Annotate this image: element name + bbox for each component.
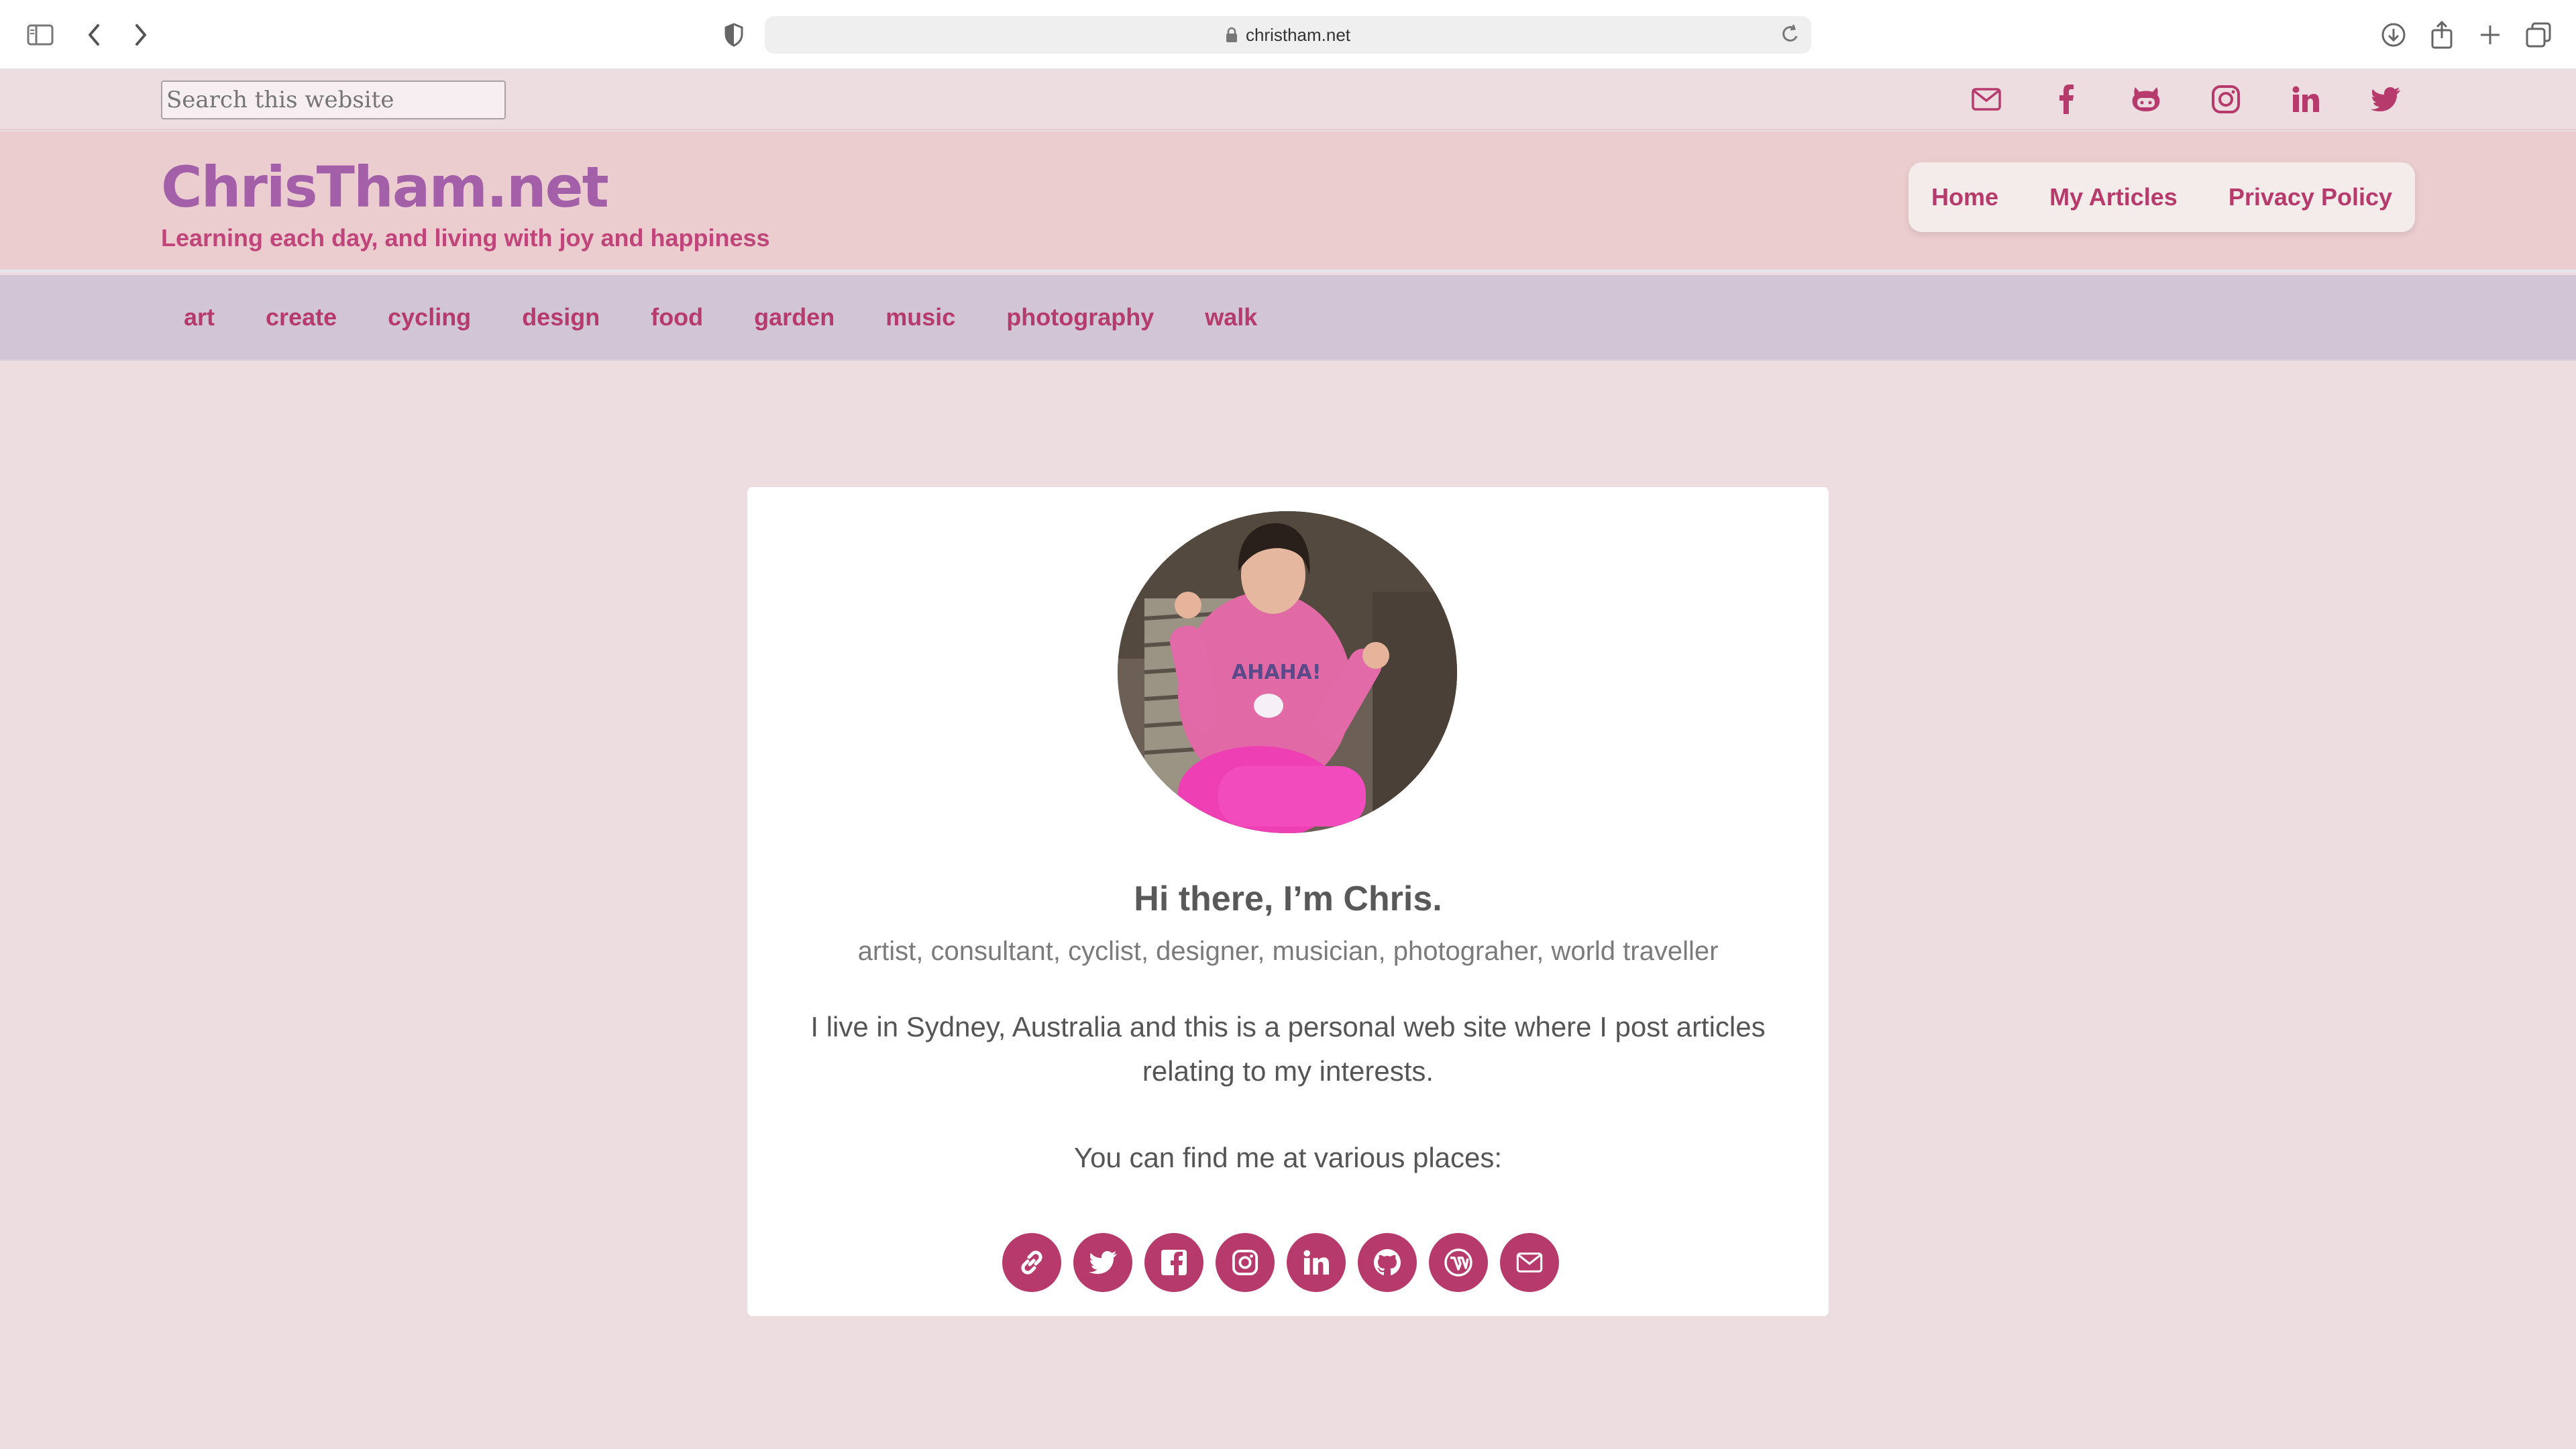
main-nav: Home My Articles Privacy Policy [1909,162,2415,232]
facebook-icon[interactable] [1144,1233,1203,1292]
nav-my-articles[interactable]: My Articles [2049,183,2178,211]
top-bar [0,70,2576,130]
greeting-heading: Hi there, I’m Chris. [1134,879,1442,918]
mail-icon[interactable] [1970,83,2002,115]
address-bar[interactable]: christham.net [765,16,1811,54]
category-design[interactable]: design [522,303,600,331]
category-art[interactable]: art [184,303,215,331]
lock-icon [1226,27,1237,42]
mail-icon[interactable] [1500,1233,1559,1292]
reload-icon[interactable] [1780,23,1801,46]
github-icon[interactable] [2130,83,2162,115]
instagram-icon[interactable] [1216,1233,1275,1292]
profile-card: AHAHA! Hi there, I’m Chris. artist, cons… [747,487,1829,1316]
roles-text: artist, consultant, cyclist, designer, m… [857,936,1719,966]
category-food[interactable]: food [651,303,703,331]
category-cycling[interactable]: cycling [388,303,471,331]
category-music[interactable]: music [885,303,955,331]
linkedin-icon[interactable] [2290,83,2322,115]
back-icon[interactable] [79,20,109,50]
twitter-icon[interactable] [1073,1233,1132,1292]
downloads-icon[interactable] [2379,20,2408,50]
category-nav: art create cycling design food garden mu… [0,275,2576,361]
privacy-shield-icon[interactable] [719,20,749,50]
url-text: christham.net [1245,24,1351,45]
instagram-icon[interactable] [2210,83,2242,115]
category-photography[interactable]: photography [1006,303,1154,331]
site-header: ChrisTham.net Learning each day, and liv… [0,131,2576,272]
share-icon[interactable] [2427,20,2457,50]
bio-text: I live in Sydney, Australia and this is … [810,1011,1766,1087]
wordpress-icon[interactable] [1429,1233,1488,1292]
link-icon[interactable] [1002,1233,1061,1292]
facebook-icon[interactable] [2050,83,2082,115]
top-social-icons [1970,83,2402,115]
category-create[interactable]: create [266,303,337,331]
profile-social-links [1002,1233,1559,1292]
svg-text:AHAHA!: AHAHA! [1232,661,1322,684]
category-garden[interactable]: garden [754,303,835,331]
search-input[interactable] [161,80,506,119]
find-me-text: You can find me at various places: [1073,1142,1503,1173]
site-title[interactable]: ChrisTham.net [161,154,609,220]
nav-home[interactable]: Home [1931,183,1998,211]
tab-overview-icon[interactable] [2524,20,2553,50]
twitter-icon[interactable] [2369,83,2402,115]
linkedin-icon[interactable] [1287,1233,1346,1292]
category-walk[interactable]: walk [1205,303,1257,331]
forward-icon[interactable] [126,20,156,50]
github-icon[interactable] [1358,1233,1417,1292]
site-tagline: Learning each day, and living with joy a… [161,224,770,252]
sidebar-toggle-icon[interactable] [25,20,55,50]
browser-toolbar: christham.net [0,0,2576,70]
nav-privacy-policy[interactable]: Privacy Policy [2229,183,2392,211]
new-tab-icon[interactable] [2475,20,2505,50]
avatar: AHAHA! [1118,511,1457,833]
